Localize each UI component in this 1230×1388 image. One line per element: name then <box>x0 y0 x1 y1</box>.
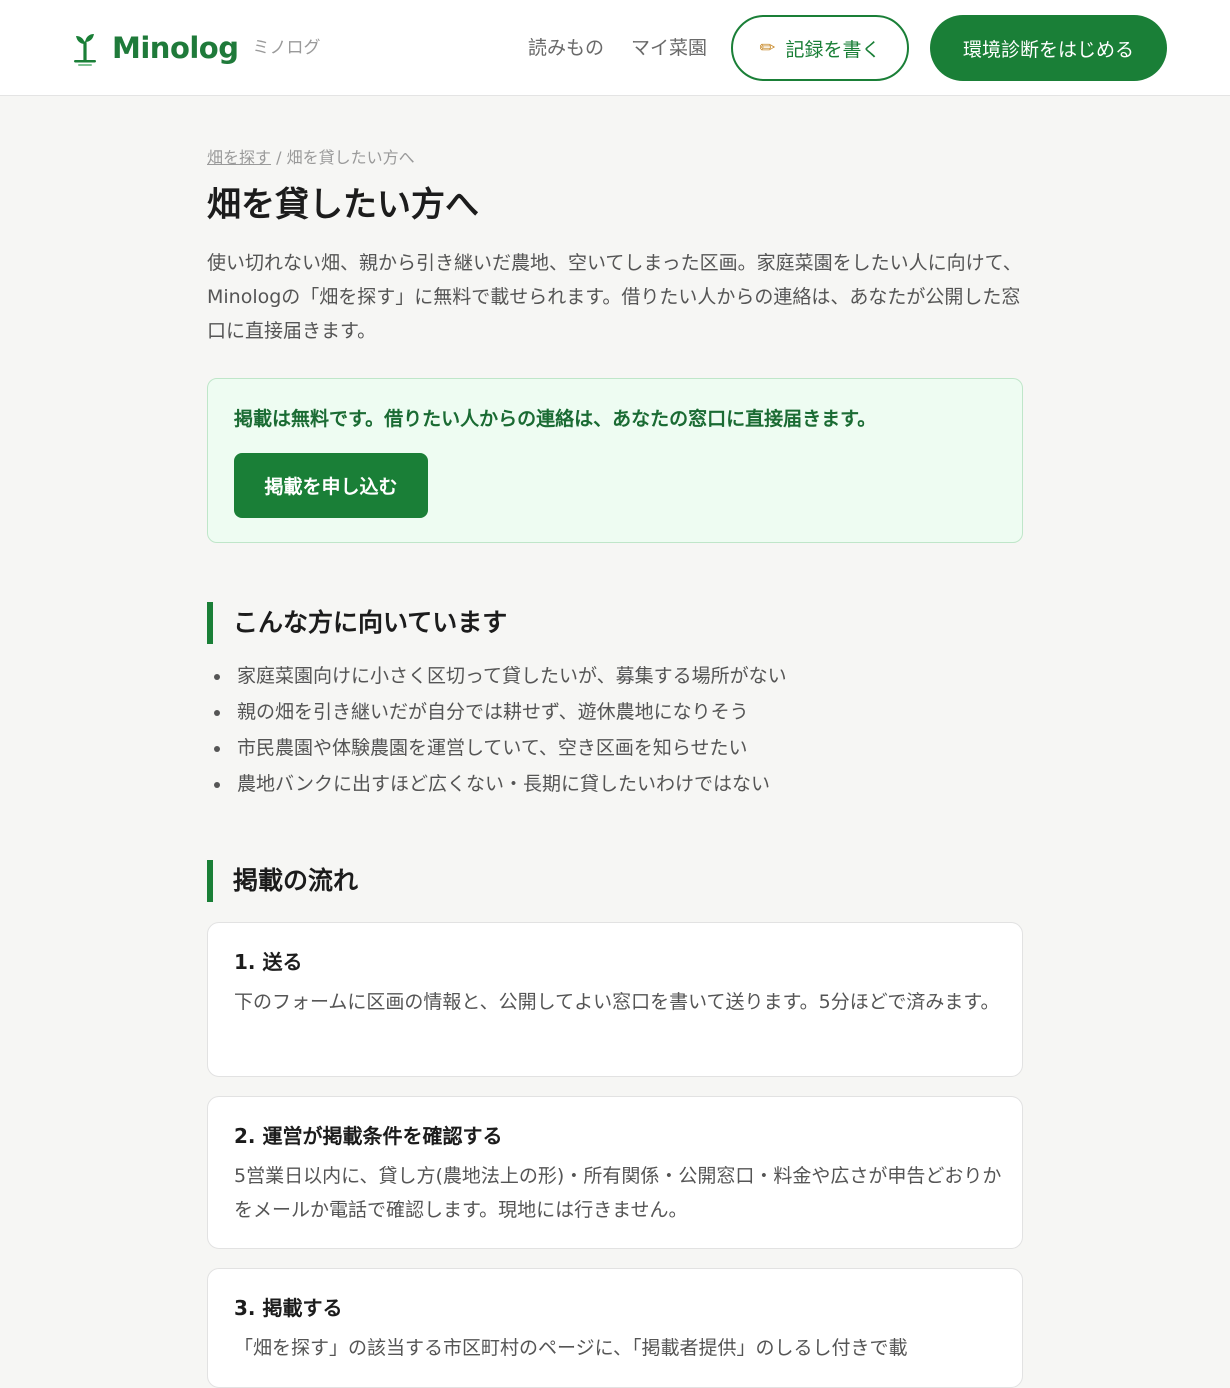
suitable-list: 家庭菜園向けに小さく区切って貸したいが、募集する場所がない 親の畑を引き継いだが… <box>207 658 1023 802</box>
page-title: 畑を貸したい方へ <box>207 185 479 225</box>
step-title: 2. 運営が掲載条件を確認する <box>234 1124 503 1148</box>
step-title: 1. 送る <box>234 950 303 974</box>
breadcrumb-link-find-field[interactable]: 畑を探す <box>207 148 271 167</box>
write-record-button[interactable]: ✏ 記録を書く <box>731 15 909 81</box>
start-diagnosis-button[interactable]: 環境診断をはじめる <box>930 15 1167 81</box>
logo-text: Minolog <box>112 31 239 65</box>
logo[interactable]: Minolog ミノログ <box>70 30 321 66</box>
pencil-icon: ✏ <box>759 37 776 59</box>
nav-link-articles[interactable]: 読みもの <box>528 34 604 62</box>
flow-step-card: 1. 送る 下のフォームに区画の情報と、公開してよい窓口を書いて送ります。5分ほ… <box>207 922 1023 1077</box>
step-title: 3. 掲載する <box>234 1296 343 1320</box>
write-record-label: 記録を書く <box>785 38 881 61</box>
flow-step-card: 2. 運営が掲載条件を確認する 5営業日以内に、貸し方(農地法上の形)・所有関係… <box>207 1096 1023 1249</box>
section-heading-suitable: こんな方に向いています <box>207 602 507 644</box>
breadcrumb-separator: / <box>276 148 282 167</box>
nav-link-my-garden[interactable]: マイ菜園 <box>631 34 707 62</box>
flow-step-card: 3. 掲載する 「畑を探す」の該当する市区町村のページに、「掲載者提供」のしるし… <box>207 1268 1023 1388</box>
lead-paragraph: 使い切れない畑、親から引き継いだ農地、空いてしまった区画。家庭菜園をしたい人に向… <box>207 252 1022 342</box>
step-body: 「畑を探す」の該当する市区町村のページに、「掲載者提供」のしるし付きで載 <box>234 1337 908 1359</box>
apply-listing-button[interactable]: 掲載を申し込む <box>234 453 428 518</box>
site-header: Minolog ミノログ 読みもの マイ菜園 ✏ 記録を書く 環境診断をはじめる <box>0 0 1230 96</box>
free-listing-notice: 掲載は無料です。借りたい人からの連絡は、あなたの窓口に直接届きます。 掲載を申し… <box>207 378 1023 543</box>
breadcrumb-current: 畑を貸したい方へ <box>286 148 415 167</box>
list-item: 家庭菜園向けに小さく区切って貸したいが、募集する場所がない <box>207 658 1023 694</box>
step-body: 5営業日以内に、貸し方(農地法上の形)・所有関係・公開窓口・料金や広さが申告どお… <box>234 1165 1002 1221</box>
sprout-icon <box>74 34 96 66</box>
list-item: 市民農園や体験農園を運営していて、空き区画を知らせたい <box>207 730 1023 766</box>
notice-text: 掲載は無料です。借りたい人からの連絡は、あなたの窓口に直接届きます。 <box>234 408 877 430</box>
section-heading-flow: 掲載の流れ <box>207 860 358 902</box>
list-item: 親の畑を引き継いだが自分では耕せず、遊休農地になりそう <box>207 694 1023 730</box>
step-body: 下のフォームに区画の情報と、公開してよい窓口を書いて送ります。5分ほどで済みます… <box>234 991 1000 1013</box>
list-item: 農地バンクに出すほど広くない・長期に貸したいわけではない <box>207 766 1023 802</box>
logo-subtitle: ミノログ <box>252 38 321 58</box>
breadcrumb: 畑を探す / 畑を貸したい方へ <box>207 146 415 170</box>
